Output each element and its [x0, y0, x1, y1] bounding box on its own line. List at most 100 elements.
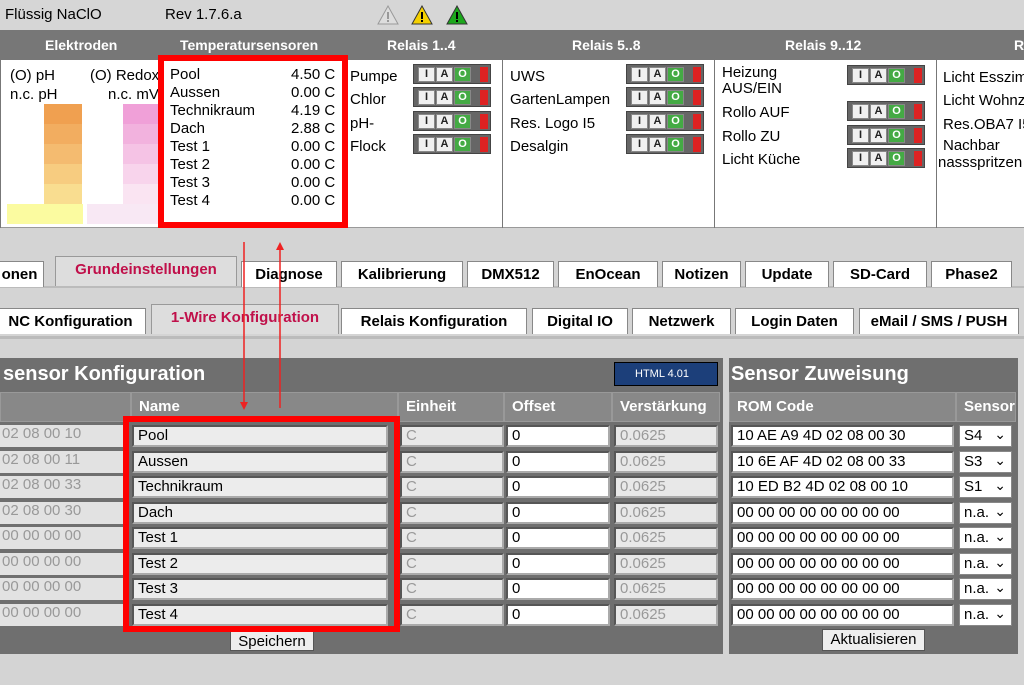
- relay-label[interactable]: Heizung AUS/EIN: [722, 65, 792, 97]
- main-tab[interactable]: Update: [745, 261, 829, 287]
- sensor-select[interactable]: S1: [959, 475, 1012, 498]
- relay-control[interactable]: IAO: [626, 134, 704, 154]
- relay-mode-i-button[interactable]: I: [631, 67, 648, 82]
- main-tab[interactable]: EnOcean: [558, 261, 658, 287]
- relay-mode-a-button[interactable]: A: [649, 114, 666, 129]
- relay-control[interactable]: IAO: [413, 87, 491, 107]
- relay-label[interactable]: pH-: [350, 115, 374, 132]
- yellow-warning-icon[interactable]: [411, 5, 433, 25]
- relay-label[interactable]: Rollo ZU: [722, 128, 780, 145]
- sensor-offset-input[interactable]: 0: [506, 450, 610, 473]
- relay-mode-o-button[interactable]: O: [888, 128, 905, 143]
- relay-mode-i-button[interactable]: I: [418, 137, 435, 152]
- relay-control[interactable]: IAO: [413, 134, 491, 154]
- gray-warning-icon[interactable]: [377, 5, 399, 25]
- relay-mode-i-button[interactable]: I: [852, 68, 869, 83]
- sensor-offset-input[interactable]: 0: [506, 476, 610, 498]
- relay-mode-o-button[interactable]: O: [454, 137, 471, 152]
- sensor-offset-input[interactable]: 0: [506, 578, 610, 600]
- relay-mode-a-button[interactable]: A: [436, 90, 453, 105]
- relay-mode-a-button[interactable]: A: [649, 90, 666, 105]
- main-tab[interactable]: onen: [0, 261, 44, 287]
- sensor-select[interactable]: S3: [959, 450, 1012, 473]
- relay-label[interactable]: Chlor: [350, 91, 386, 108]
- sensor-select[interactable]: n.a.: [959, 603, 1012, 626]
- main-tab[interactable]: Kalibrierung: [341, 261, 463, 287]
- relay-status-led: [914, 68, 922, 83]
- relay-mode-o-button[interactable]: O: [888, 151, 905, 166]
- relay-control[interactable]: IAO: [847, 65, 925, 85]
- sensor-offset-input[interactable]: 0: [506, 603, 610, 626]
- save-button[interactable]: Speichern: [230, 631, 314, 651]
- relay-mode-o-button[interactable]: O: [667, 114, 684, 129]
- sub-tab[interactable]: eMail / SMS / PUSH: [859, 308, 1019, 334]
- relay-mode-a-button[interactable]: A: [436, 137, 453, 152]
- main-tab[interactable]: Phase2: [931, 261, 1012, 287]
- relay-status-led: [693, 114, 701, 129]
- relay-mode-a-button[interactable]: A: [870, 104, 887, 119]
- relay-mode-i-button[interactable]: I: [852, 104, 869, 119]
- relay-mode-o-button[interactable]: O: [667, 90, 684, 105]
- relay-mode-o-button[interactable]: O: [454, 90, 471, 105]
- relay-label[interactable]: Rollo AUF: [722, 104, 790, 121]
- relay-control[interactable]: IAO: [847, 148, 925, 168]
- relay-control[interactable]: IAO: [847, 125, 925, 145]
- validome-html-badge[interactable]: HTML 4.01: [614, 362, 718, 386]
- relay-label[interactable]: GartenLampen: [510, 91, 610, 108]
- main-tab[interactable]: SD-Card: [833, 261, 927, 287]
- main-tab[interactable]: Grundeinstellungen: [55, 256, 237, 286]
- refresh-button[interactable]: Aktualisieren: [822, 629, 925, 651]
- relay-control[interactable]: IAO: [626, 64, 704, 84]
- relay-mode-i-button[interactable]: I: [852, 151, 869, 166]
- sensor-select[interactable]: n.a.: [959, 577, 1012, 600]
- sensor-select[interactable]: S4: [959, 424, 1012, 447]
- relay-mode-a-button[interactable]: A: [870, 128, 887, 143]
- relay-mode-i-button[interactable]: I: [418, 114, 435, 129]
- sensor-offset-input[interactable]: 0: [506, 527, 610, 549]
- relay-control[interactable]: IAO: [413, 64, 491, 84]
- relay-mode-a-button[interactable]: A: [436, 114, 453, 129]
- relay-mode-i-button[interactable]: I: [631, 90, 648, 105]
- relay-control[interactable]: IAO: [626, 111, 704, 131]
- sensor-select[interactable]: n.a.: [959, 501, 1012, 524]
- main-tab[interactable]: Notizen: [662, 261, 741, 287]
- relay-control[interactable]: IAO: [847, 101, 925, 121]
- relay-label[interactable]: Res. Logo I5: [510, 115, 595, 132]
- sub-tab[interactable]: Digital IO: [532, 308, 628, 334]
- relay-mode-a-button[interactable]: A: [870, 151, 887, 166]
- relay-mode-i-button[interactable]: I: [631, 114, 648, 129]
- sub-tab[interactable]: Relais Konfiguration: [341, 308, 527, 334]
- sensor-select[interactable]: n.a.: [959, 526, 1012, 549]
- sub-tab[interactable]: NC Konfiguration: [0, 308, 146, 334]
- sensor-offset-input[interactable]: 0: [506, 425, 610, 447]
- sensor-offset-input[interactable]: 0: [506, 552, 610, 575]
- green-warning-icon[interactable]: [446, 5, 468, 25]
- relay-label[interactable]: Licht Küche: [722, 151, 800, 168]
- relay-control[interactable]: IAO: [626, 87, 704, 107]
- relay-mode-i-button[interactable]: I: [418, 67, 435, 82]
- relay-mode-a-button[interactable]: A: [870, 68, 887, 83]
- relay-mode-o-button[interactable]: O: [454, 114, 471, 129]
- sensor-select[interactable]: n.a.: [959, 552, 1012, 575]
- relay-mode-a-button[interactable]: A: [436, 67, 453, 82]
- relay-mode-i-button[interactable]: I: [418, 90, 435, 105]
- relay-mode-a-button[interactable]: A: [649, 67, 666, 82]
- relay-mode-o-button[interactable]: O: [667, 137, 684, 152]
- relay-mode-o-button[interactable]: O: [888, 104, 905, 119]
- rom-code-field: 10 AE A9 4D 02 08 00 30: [731, 425, 954, 447]
- relay-control[interactable]: IAO: [413, 111, 491, 131]
- relay-label[interactable]: Desalgin: [510, 138, 568, 155]
- sub-tab[interactable]: Login Daten: [735, 308, 854, 334]
- sensor-offset-input[interactable]: 0: [506, 501, 610, 524]
- relay-label[interactable]: UWS: [510, 68, 545, 85]
- main-tab[interactable]: DMX512: [467, 261, 554, 287]
- sub-tab[interactable]: Netzwerk: [632, 308, 731, 334]
- relay-label[interactable]: Pumpe: [350, 68, 398, 85]
- relay-mode-o-button[interactable]: O: [454, 67, 471, 82]
- relay-mode-i-button[interactable]: I: [631, 137, 648, 152]
- relay-mode-o-button[interactable]: O: [667, 67, 684, 82]
- relay-mode-o-button[interactable]: O: [888, 68, 905, 83]
- relay-mode-i-button[interactable]: I: [852, 128, 869, 143]
- relay-mode-a-button[interactable]: A: [649, 137, 666, 152]
- relay-label[interactable]: Flock: [350, 138, 386, 155]
